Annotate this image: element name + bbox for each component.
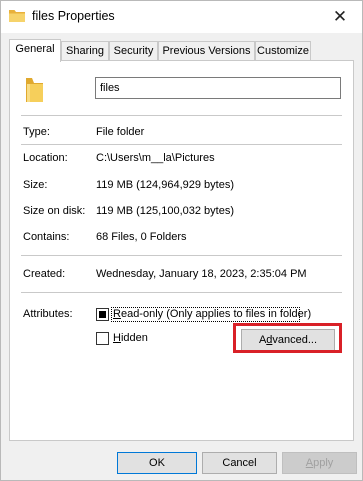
size-on-disk-label: Size on disk: — [23, 205, 86, 217]
general-tab-panel — [9, 60, 354, 441]
divider — [21, 255, 342, 256]
contains-value: 68 Files, 0 Folders — [96, 231, 187, 243]
folder-icon — [9, 10, 25, 22]
properties-dialog: files Properties ✕ General Sharing Secur… — [0, 0, 363, 481]
tab-sharing[interactable]: Sharing — [61, 41, 109, 61]
type-label: Type: — [23, 126, 50, 138]
location-value: C:\Users\m__la\Pictures — [96, 152, 215, 164]
ok-button[interactable]: OK — [117, 452, 197, 474]
attributes-label: Attributes: — [23, 308, 73, 320]
window-title: files Properties — [32, 9, 115, 23]
highlight-annotation — [233, 323, 342, 353]
title-bar[interactable]: files Properties ✕ — [1, 1, 362, 33]
close-button[interactable]: ✕ — [318, 1, 362, 33]
created-value: Wednesday, January 18, 2023, 2:35:04 PM — [96, 268, 307, 280]
indeterminate-mark — [99, 311, 106, 318]
folder-icon — [26, 78, 43, 102]
close-icon: ✕ — [332, 7, 348, 26]
type-value: File folder — [96, 126, 145, 138]
hidden-checkbox[interactable] — [96, 332, 109, 345]
size-value: 119 MB (124,964,929 bytes) — [96, 179, 234, 191]
size-label: Size: — [23, 179, 48, 191]
created-label: Created: — [23, 268, 66, 280]
divider — [21, 292, 342, 293]
folder-name-input[interactable] — [95, 77, 341, 99]
apply-button[interactable]: Apply — [282, 452, 357, 474]
divider — [21, 115, 342, 116]
readonly-label[interactable]: Read-only (Only applies to files in fold… — [113, 308, 311, 320]
hidden-label[interactable]: Hidden — [113, 332, 148, 344]
tab-customize[interactable]: Customize — [255, 41, 311, 61]
cancel-button[interactable]: Cancel — [202, 452, 277, 474]
readonly-checkbox[interactable] — [96, 308, 109, 321]
tab-previous-versions[interactable]: Previous Versions — [158, 41, 255, 61]
tab-security[interactable]: Security — [109, 41, 158, 61]
divider — [21, 144, 342, 145]
location-label: Location: — [23, 152, 68, 164]
contains-label: Contains: — [23, 231, 70, 243]
size-on-disk-value: 119 MB (125,100,032 bytes) — [96, 205, 234, 217]
tab-general[interactable]: General — [9, 39, 61, 62]
